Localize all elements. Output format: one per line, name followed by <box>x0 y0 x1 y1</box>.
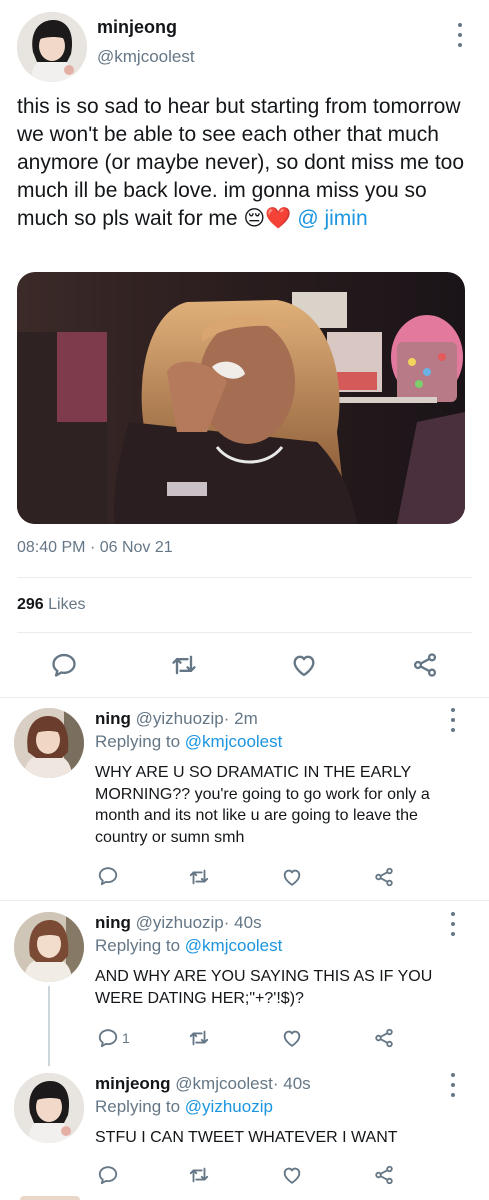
like-icon[interactable] <box>281 1164 303 1186</box>
reply-header: ning @yizhuozip· 40s <box>95 913 262 933</box>
reply-author-handle[interactable]: @yizhuozip <box>136 709 224 728</box>
separator: · <box>223 709 230 728</box>
like-icon[interactable] <box>281 866 303 888</box>
avatar[interactable] <box>17 12 87 82</box>
likes-stat[interactable]: 296 Likes <box>17 596 86 614</box>
tweet-text: this is so sad to hear but starting from… <box>17 93 472 233</box>
reply-time[interactable]: 40s <box>234 913 261 932</box>
replying-to-link[interactable]: @yizhuozip <box>185 1097 273 1116</box>
divider <box>17 577 472 578</box>
more-icon[interactable] <box>450 912 456 936</box>
tweet-date: 06 Nov 21 <box>99 539 173 556</box>
avatar[interactable] <box>14 708 84 778</box>
more-icon[interactable] <box>450 1073 456 1097</box>
reply-author-name[interactable]: minjeong <box>95 1074 171 1093</box>
thread-line <box>48 986 50 1066</box>
share-icon[interactable] <box>373 866 395 888</box>
divider <box>0 900 489 901</box>
divider <box>17 632 472 633</box>
emoji: 😔❤️ <box>243 207 292 230</box>
reply-time[interactable]: 2m <box>234 709 258 728</box>
separator: · <box>89 539 96 556</box>
retweet-icon[interactable] <box>188 1164 210 1186</box>
reply-text: AND WHY ARE YOU SAYING THIS AS IF YOU WE… <box>95 968 433 1007</box>
mention-link[interactable]: @ jimin <box>297 207 367 230</box>
reply-icon[interactable] <box>97 865 119 887</box>
divider <box>0 697 489 698</box>
retweet-icon[interactable] <box>188 1027 210 1049</box>
reply-header: ning @yizhuozip· 2m <box>95 709 258 729</box>
reply-icon[interactable] <box>97 1164 119 1186</box>
reply-time[interactable]: 40s <box>283 1074 310 1093</box>
author-handle[interactable]: @kmjcoolest <box>97 47 195 67</box>
reply-icon[interactable] <box>97 1027 119 1049</box>
reply-author-name[interactable]: ning <box>95 913 131 932</box>
replying-to-label: Replying to <box>95 1097 181 1116</box>
reply-count: 1 <box>122 1030 130 1046</box>
retweet-icon[interactable] <box>188 866 210 888</box>
reply-author-handle[interactable]: @kmjcoolest <box>175 1074 273 1093</box>
reply-icon[interactable] <box>50 651 78 679</box>
separator: · <box>223 913 230 932</box>
like-icon[interactable] <box>281 1027 303 1049</box>
replying-to-label: Replying to <box>95 732 181 751</box>
avatar[interactable] <box>14 1073 84 1143</box>
more-icon[interactable] <box>457 23 463 47</box>
reply-header: minjeong @kmjcoolest· 40s <box>95 1074 311 1094</box>
replying-to: Replying to @kmjcoolest <box>95 936 282 956</box>
reply-text: WHY ARE U SO DRAMATIC IN THE EARLY MORNI… <box>95 764 430 846</box>
reply-author-name[interactable]: ning <box>95 709 131 728</box>
replying-to: Replying to @yizhuozip <box>95 1097 273 1117</box>
replying-to-label: Replying to <box>95 936 181 955</box>
replying-to: Replying to @kmjcoolest <box>95 732 282 752</box>
tweet-photo[interactable] <box>17 272 465 524</box>
separator: · <box>272 1074 279 1093</box>
like-icon[interactable] <box>290 651 318 679</box>
share-icon[interactable] <box>373 1027 395 1049</box>
tweet-time: 08:40 PM <box>17 539 86 556</box>
share-icon[interactable] <box>373 1164 395 1186</box>
next-avatar-edge <box>20 1196 80 1200</box>
tweet-body: this is so sad to hear but starting from… <box>17 95 465 230</box>
more-icon[interactable] <box>450 708 456 732</box>
reply-author-handle[interactable]: @yizhuozip <box>136 913 224 932</box>
retweet-icon[interactable] <box>170 651 198 679</box>
avatar[interactable] <box>14 912 84 982</box>
likes-count: 296 <box>17 596 44 613</box>
replying-to-link[interactable]: @kmjcoolest <box>185 732 283 751</box>
replying-to-link[interactable]: @kmjcoolest <box>185 936 283 955</box>
reply-text: STFU I CAN TWEET WHATEVER I WANT <box>95 1129 398 1146</box>
share-icon[interactable] <box>411 651 439 679</box>
tweet-timestamp[interactable]: 08:40 PM · 06 Nov 21 <box>17 539 173 557</box>
likes-label: Likes <box>48 596 86 613</box>
author-name[interactable]: minjeong <box>97 17 177 38</box>
